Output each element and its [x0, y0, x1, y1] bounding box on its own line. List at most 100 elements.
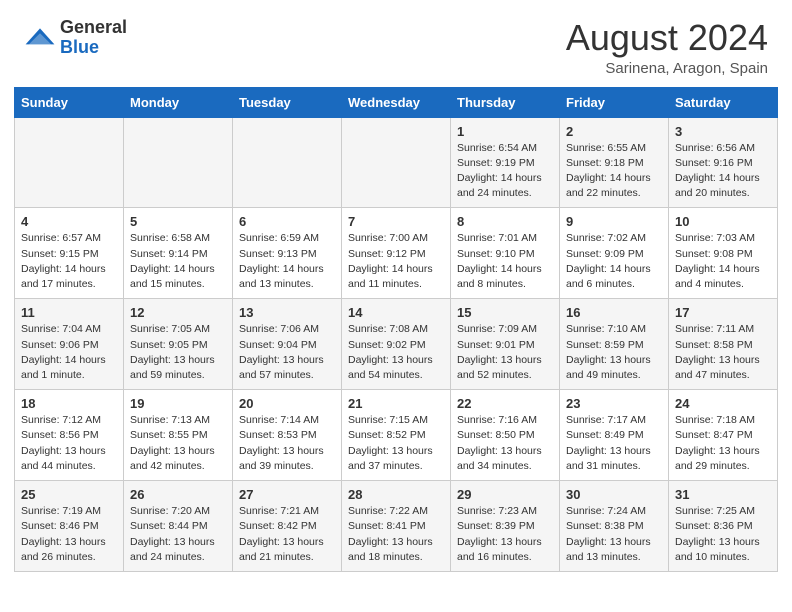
day-number: 16 [566, 305, 662, 320]
calendar-cell: 23 Sunrise: 7:17 AMSunset: 8:49 PMDayligh… [560, 390, 669, 481]
calendar-cell: 13 Sunrise: 7:06 AMSunset: 9:04 PMDayligh… [233, 299, 342, 390]
day-number: 23 [566, 396, 662, 411]
day-number: 19 [130, 396, 226, 411]
day-number: 12 [130, 305, 226, 320]
calendar-cell: 12 Sunrise: 7:05 AMSunset: 9:05 PMDayligh… [124, 299, 233, 390]
day-info: Sunrise: 7:24 AMSunset: 8:38 PMDaylight:… [566, 504, 662, 565]
calendar-cell [15, 117, 124, 208]
day-info: Sunrise: 7:17 AMSunset: 8:49 PMDaylight:… [566, 413, 662, 474]
day-number: 18 [21, 396, 117, 411]
calendar-week-3: 11Sunrise: 7:04 AMSunset: 9:06 PMDayligh… [15, 299, 778, 390]
day-number: 27 [239, 487, 335, 502]
day-number: 10 [675, 214, 771, 229]
calendar-week-2: 4 Sunrise: 6:57 AMSunset: 9:15 PMDaylight… [15, 208, 778, 299]
calendar-cell: 24Sunrise: 7:18 AMSunset: 8:47 PMDayligh… [669, 390, 778, 481]
calendar-cell: 16 Sunrise: 7:10 AMSunset: 8:59 PMDayligh… [560, 299, 669, 390]
page-header: General Blue August 2024 Sarinena, Arago… [0, 0, 792, 87]
day-info: Sunrise: 7:00 AMSunset: 9:12 PMDaylight:… [348, 231, 444, 292]
day-number: 6 [239, 214, 335, 229]
weekday-header-thursday: Thursday [451, 87, 560, 117]
day-info: Sunrise: 7:12 AMSunset: 8:56 PMDaylight:… [21, 413, 117, 474]
calendar-cell: 8 Sunrise: 7:01 AMSunset: 9:10 PMDaylight… [451, 208, 560, 299]
day-info: Sunrise: 7:13 AMSunset: 8:55 PMDaylight:… [130, 413, 226, 474]
title-block: August 2024 Sarinena, Aragon, Spain [566, 18, 768, 77]
calendar-cell: 1Sunrise: 6:54 AMSunset: 9:19 PMDaylight… [451, 117, 560, 208]
calendar-cell [233, 117, 342, 208]
day-info: Sunrise: 7:06 AMSunset: 9:04 PMDaylight:… [239, 322, 335, 383]
day-number: 22 [457, 396, 553, 411]
day-info: Sunrise: 7:19 AMSunset: 8:46 PMDaylight:… [21, 504, 117, 565]
calendar-cell: 7 Sunrise: 7:00 AMSunset: 9:12 PMDaylight… [342, 208, 451, 299]
month-year: August 2024 [566, 18, 768, 58]
day-info: Sunrise: 6:57 AMSunset: 9:15 PMDaylight:… [21, 231, 117, 292]
location: Sarinena, Aragon, Spain [566, 60, 768, 77]
calendar-cell: 3 Sunrise: 6:56 AMSunset: 9:16 PMDaylight… [669, 117, 778, 208]
calendar-week-1: 1Sunrise: 6:54 AMSunset: 9:19 PMDaylight… [15, 117, 778, 208]
calendar-cell: 20 Sunrise: 7:14 AMSunset: 8:53 PMDayligh… [233, 390, 342, 481]
calendar-cell: 15 Sunrise: 7:09 AMSunset: 9:01 PMDayligh… [451, 299, 560, 390]
day-info: Sunrise: 7:02 AMSunset: 9:09 PMDaylight:… [566, 231, 662, 292]
calendar-cell: 18 Sunrise: 7:12 AMSunset: 8:56 PMDayligh… [15, 390, 124, 481]
day-number: 13 [239, 305, 335, 320]
calendar-container: SundayMondayTuesdayWednesdayThursdayFrid… [0, 87, 792, 586]
calendar-week-4: 18 Sunrise: 7:12 AMSunset: 8:56 PMDayligh… [15, 390, 778, 481]
day-info: Sunrise: 7:14 AMSunset: 8:53 PMDaylight:… [239, 413, 335, 474]
day-number: 2 [566, 124, 662, 139]
weekday-header-monday: Monday [124, 87, 233, 117]
logo-text: General Blue [60, 18, 127, 58]
calendar-cell: 29Sunrise: 7:23 AMSunset: 8:39 PMDayligh… [451, 481, 560, 572]
day-info: Sunrise: 7:03 AMSunset: 9:08 PMDaylight:… [675, 231, 771, 292]
calendar-cell: 21Sunrise: 7:15 AMSunset: 8:52 PMDayligh… [342, 390, 451, 481]
day-number: 28 [348, 487, 444, 502]
calendar-cell: 5 Sunrise: 6:58 AMSunset: 9:14 PMDaylight… [124, 208, 233, 299]
calendar-cell: 10 Sunrise: 7:03 AMSunset: 9:08 PMDayligh… [669, 208, 778, 299]
day-number: 31 [675, 487, 771, 502]
day-info: Sunrise: 7:09 AMSunset: 9:01 PMDaylight:… [457, 322, 553, 383]
day-info: Sunrise: 6:58 AMSunset: 9:14 PMDaylight:… [130, 231, 226, 292]
day-info: Sunrise: 6:59 AMSunset: 9:13 PMDaylight:… [239, 231, 335, 292]
day-number: 25 [21, 487, 117, 502]
day-info: Sunrise: 7:16 AMSunset: 8:50 PMDaylight:… [457, 413, 553, 474]
day-number: 9 [566, 214, 662, 229]
calendar-cell: 26 Sunrise: 7:20 AMSunset: 8:44 PMDayligh… [124, 481, 233, 572]
calendar-cell: 19 Sunrise: 7:13 AMSunset: 8:55 PMDayligh… [124, 390, 233, 481]
calendar-week-5: 25 Sunrise: 7:19 AMSunset: 8:46 PMDayligh… [15, 481, 778, 572]
day-info: Sunrise: 7:20 AMSunset: 8:44 PMDaylight:… [130, 504, 226, 565]
day-info: Sunrise: 7:11 AMSunset: 8:58 PMDaylight:… [675, 322, 771, 383]
calendar-cell: 27 Sunrise: 7:21 AMSunset: 8:42 PMDayligh… [233, 481, 342, 572]
day-info: Sunrise: 7:18 AMSunset: 8:47 PMDaylight:… [675, 413, 771, 474]
day-number: 26 [130, 487, 226, 502]
day-number: 14 [348, 305, 444, 320]
weekday-header-row: SundayMondayTuesdayWednesdayThursdayFrid… [15, 87, 778, 117]
calendar-table: SundayMondayTuesdayWednesdayThursdayFrid… [14, 87, 778, 572]
day-number: 7 [348, 214, 444, 229]
day-number: 5 [130, 214, 226, 229]
logo-icon [24, 22, 56, 54]
day-info: Sunrise: 7:15 AMSunset: 8:52 PMDaylight:… [348, 413, 444, 474]
day-number: 8 [457, 214, 553, 229]
day-info: Sunrise: 7:22 AMSunset: 8:41 PMDaylight:… [348, 504, 444, 565]
calendar-cell [342, 117, 451, 208]
day-info: Sunrise: 7:05 AMSunset: 9:05 PMDaylight:… [130, 322, 226, 383]
calendar-cell: 14Sunrise: 7:08 AMSunset: 9:02 PMDayligh… [342, 299, 451, 390]
day-info: Sunrise: 7:21 AMSunset: 8:42 PMDaylight:… [239, 504, 335, 565]
day-number: 15 [457, 305, 553, 320]
weekday-header-saturday: Saturday [669, 87, 778, 117]
day-number: 4 [21, 214, 117, 229]
day-number: 3 [675, 124, 771, 139]
calendar-cell: 4 Sunrise: 6:57 AMSunset: 9:15 PMDaylight… [15, 208, 124, 299]
calendar-cell: 9 Sunrise: 7:02 AMSunset: 9:09 PMDaylight… [560, 208, 669, 299]
calendar-cell: 31Sunrise: 7:25 AMSunset: 8:36 PMDayligh… [669, 481, 778, 572]
weekday-header-tuesday: Tuesday [233, 87, 342, 117]
calendar-cell: 11Sunrise: 7:04 AMSunset: 9:06 PMDayligh… [15, 299, 124, 390]
day-number: 20 [239, 396, 335, 411]
day-number: 1 [457, 124, 553, 139]
weekday-header-wednesday: Wednesday [342, 87, 451, 117]
calendar-cell: 25 Sunrise: 7:19 AMSunset: 8:46 PMDayligh… [15, 481, 124, 572]
day-number: 17 [675, 305, 771, 320]
day-info: Sunrise: 7:10 AMSunset: 8:59 PMDaylight:… [566, 322, 662, 383]
day-info: Sunrise: 6:56 AMSunset: 9:16 PMDaylight:… [675, 141, 771, 202]
day-info: Sunrise: 7:01 AMSunset: 9:10 PMDaylight:… [457, 231, 553, 292]
day-number: 29 [457, 487, 553, 502]
calendar-cell: 30Sunrise: 7:24 AMSunset: 8:38 PMDayligh… [560, 481, 669, 572]
